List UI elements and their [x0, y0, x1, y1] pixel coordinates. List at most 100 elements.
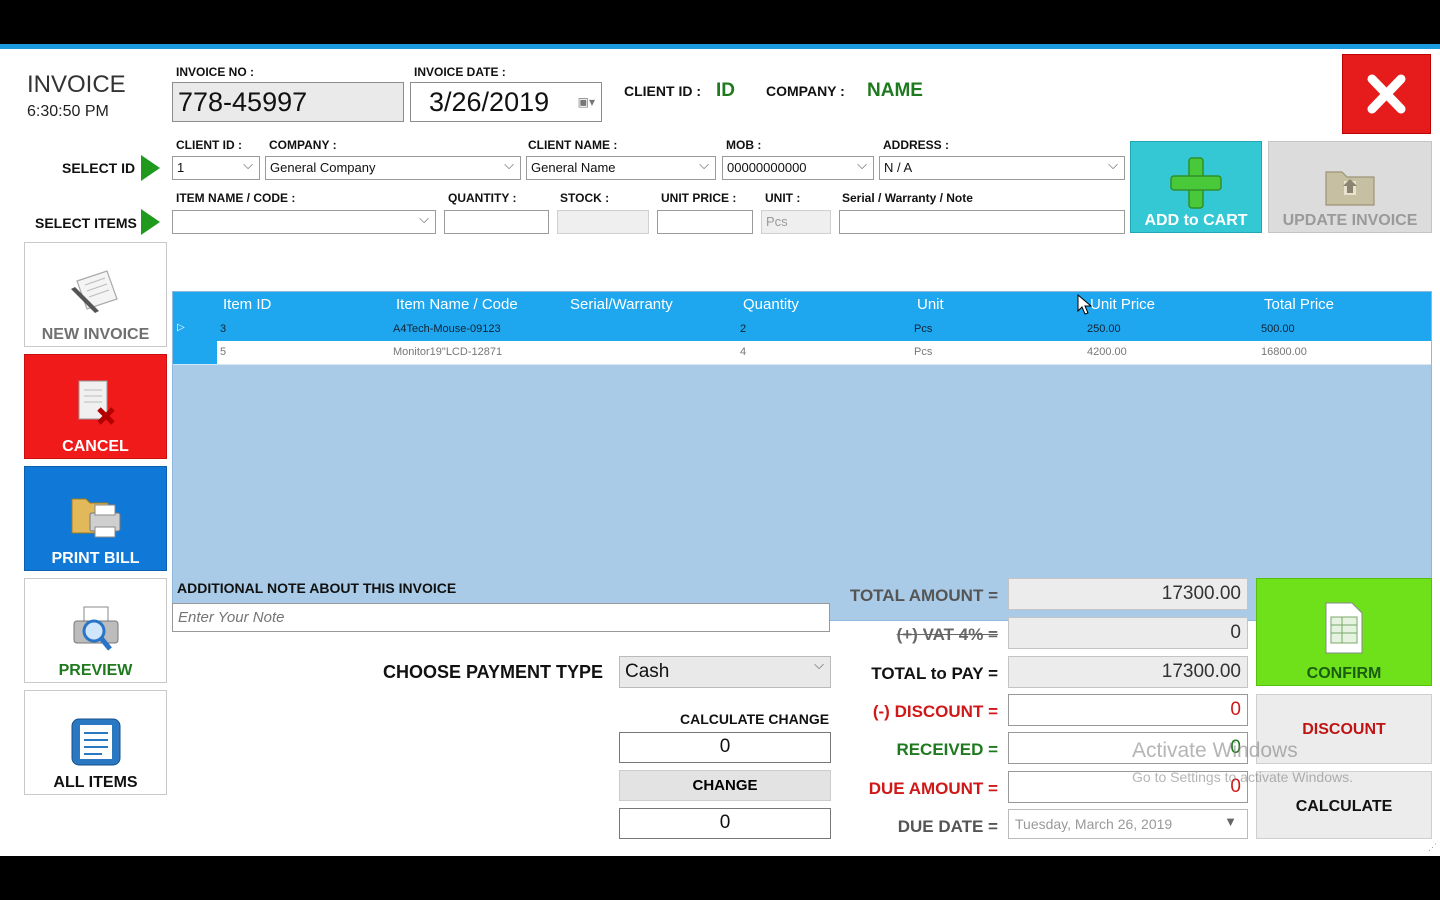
vat-label: (+) VAT 4% = [896, 625, 998, 644]
calculate-button[interactable]: CALCULATE [1256, 771, 1432, 839]
invoice-no-label: INVOICE NO : [176, 65, 255, 79]
cell-item-id: 5 [220, 346, 227, 358]
select-items-arrow-icon [141, 209, 160, 235]
clock-time: 6:30:50 PM [27, 103, 109, 120]
company-select[interactable]: General Company [265, 156, 521, 180]
cell-unit-price: 4200.00 [1087, 346, 1127, 358]
item-name-select[interactable] [172, 210, 436, 234]
page-title: INVOICE [27, 71, 126, 98]
company-display: NAME [867, 80, 923, 101]
client-id-display: ID [716, 80, 735, 101]
discount-button-label: DISCOUNT [1302, 721, 1386, 738]
cell-quantity: 4 [740, 346, 747, 358]
address-select[interactable]: N / A [879, 156, 1125, 180]
quantity-label: QUANTITY : [448, 191, 517, 205]
quantity-input[interactable] [444, 210, 549, 234]
printer-folder-icon [71, 498, 120, 538]
stock-field [557, 210, 649, 234]
received-label: RECEIVED = [896, 740, 998, 759]
invoice-document-icon [1325, 602, 1363, 654]
due-date-value: Tuesday, March 26, 2019 [1015, 816, 1173, 832]
document-cancel-icon [78, 380, 115, 425]
print-preview-icon [73, 606, 118, 651]
update-invoice-button[interactable]: UPDATE INVOICE [1268, 141, 1432, 233]
table-row[interactable]: ▷ 3 A4Tech-Mouse-09123 2 Pcs 250.00 500.… [173, 318, 1431, 341]
confirm-button[interactable]: CONFIRM [1256, 578, 1432, 686]
due-date-picker[interactable]: Tuesday, March 26, 2019 ▼ [1008, 809, 1248, 839]
close-button[interactable] [1342, 54, 1431, 134]
invoice-window: INVOICE 6:30:50 PM INVOICE NO : 778-4599… [0, 44, 1440, 856]
calculate-change-label: CALCULATE CHANGE [680, 711, 830, 727]
cell-total-price: 500.00 [1261, 323, 1295, 335]
print-bill-label: PRINT BILL [51, 550, 140, 567]
col-serial[interactable]: Serial/Warranty [570, 296, 673, 313]
row-header-cell [173, 341, 217, 364]
add-to-cart-label: ADD to CART [1144, 212, 1248, 229]
unit-price-input[interactable] [657, 210, 753, 234]
col-quantity[interactable]: Quantity [743, 296, 799, 313]
cell-unit: Pcs [914, 323, 933, 335]
vat-field: 0 [1008, 617, 1248, 649]
cell-unit-price: 250.00 [1087, 323, 1121, 335]
due-amount-label: DUE AMOUNT = [868, 779, 998, 798]
company-display-label: COMPANY : [766, 83, 845, 99]
grid-header: Item ID Item Name / Code Serial/Warranty… [173, 292, 1431, 318]
client-name-select[interactable]: General Name [526, 156, 716, 180]
select-items-label: SELECT ITEMS [35, 215, 137, 231]
confirm-label: CONFIRM [1306, 665, 1382, 682]
mob-select[interactable]: 00000000000 [722, 156, 874, 180]
col-item-id[interactable]: Item ID [223, 296, 271, 313]
note-label: ADDITIONAL NOTE ABOUT THIS INVOICE [177, 580, 457, 596]
all-items-button[interactable]: ALL ITEMS [24, 690, 167, 795]
due-date-label: DUE DATE = [897, 817, 998, 836]
new-invoice-button[interactable]: NEW INVOICE [24, 242, 167, 347]
calendar-icon[interactable]: ▣▾ [578, 95, 595, 109]
invoice-date-picker[interactable]: 3/26/2019 ▣▾ [410, 82, 602, 122]
company-select-label: COMPANY : [269, 138, 337, 152]
item-name-label: ITEM NAME / CODE : [176, 191, 296, 205]
client-id-label: CLIENT ID : [176, 138, 242, 152]
payment-type-select[interactable]: Cash [619, 656, 831, 688]
discount-button[interactable]: DISCOUNT [1256, 694, 1432, 764]
total-to-pay-field: 17300.00 [1008, 656, 1248, 688]
client-id-select[interactable]: 1 [172, 156, 260, 180]
total-to-pay-label: TOTAL to PAY = [871, 664, 998, 683]
invoice-no-field[interactable]: 778-45997 [172, 82, 404, 122]
col-unit-price[interactable]: Unit Price [1090, 296, 1155, 313]
payment-type-label: CHOOSE PAYMENT TYPE [383, 662, 604, 682]
all-items-label: ALL ITEMS [53, 774, 138, 791]
client-name-label: CLIENT NAME : [528, 138, 618, 152]
chevron-down-icon[interactable]: ▼ [1224, 814, 1237, 829]
client-id-display-label: CLIENT ID : [624, 83, 701, 99]
cell-total-price: 16800.00 [1261, 346, 1307, 358]
resize-grip-icon[interactable]: ⋰ [1428, 842, 1437, 853]
received-input[interactable]: 0 [1008, 732, 1248, 764]
serial-input[interactable] [839, 210, 1125, 234]
invoice-date-value: 3/26/2019 [429, 87, 550, 117]
table-row[interactable]: 5 Monitor19"LCD-12871 4 Pcs 4200.00 1680… [173, 341, 1431, 365]
calculate-change-input[interactable]: 0 [619, 732, 831, 763]
note-input[interactable] [172, 603, 830, 632]
preview-label: PREVIEW [58, 662, 133, 679]
cancel-button[interactable]: CANCEL [24, 354, 167, 459]
invoice-items-grid[interactable]: Item ID Item Name / Code Serial/Warranty… [172, 291, 1432, 621]
discount-input[interactable]: 0 [1008, 694, 1248, 726]
mouse-cursor-icon [1077, 294, 1093, 315]
unit-label: UNIT : [765, 191, 801, 205]
close-icon [1367, 74, 1406, 114]
new-invoice-label: NEW INVOICE [41, 326, 150, 343]
cancel-label: CANCEL [62, 438, 129, 455]
print-bill-button[interactable]: PRINT BILL [24, 466, 167, 571]
cell-item-name: A4Tech-Mouse-09123 [393, 323, 501, 335]
col-unit[interactable]: Unit [917, 296, 944, 313]
plus-icon [1170, 157, 1222, 209]
add-to-cart-button[interactable]: ADD to CART [1130, 141, 1262, 233]
calculate-button-label: CALCULATE [1295, 798, 1393, 815]
col-item-name[interactable]: Item Name / Code [396, 296, 518, 313]
document-pen-icon [70, 270, 118, 313]
preview-button[interactable]: PREVIEW [24, 578, 167, 683]
change-button[interactable]: CHANGE [619, 770, 831, 801]
stock-label: STOCK : [560, 191, 610, 205]
total-amount-field: 17300.00 [1008, 578, 1248, 610]
col-total-price[interactable]: Total Price [1264, 296, 1334, 313]
